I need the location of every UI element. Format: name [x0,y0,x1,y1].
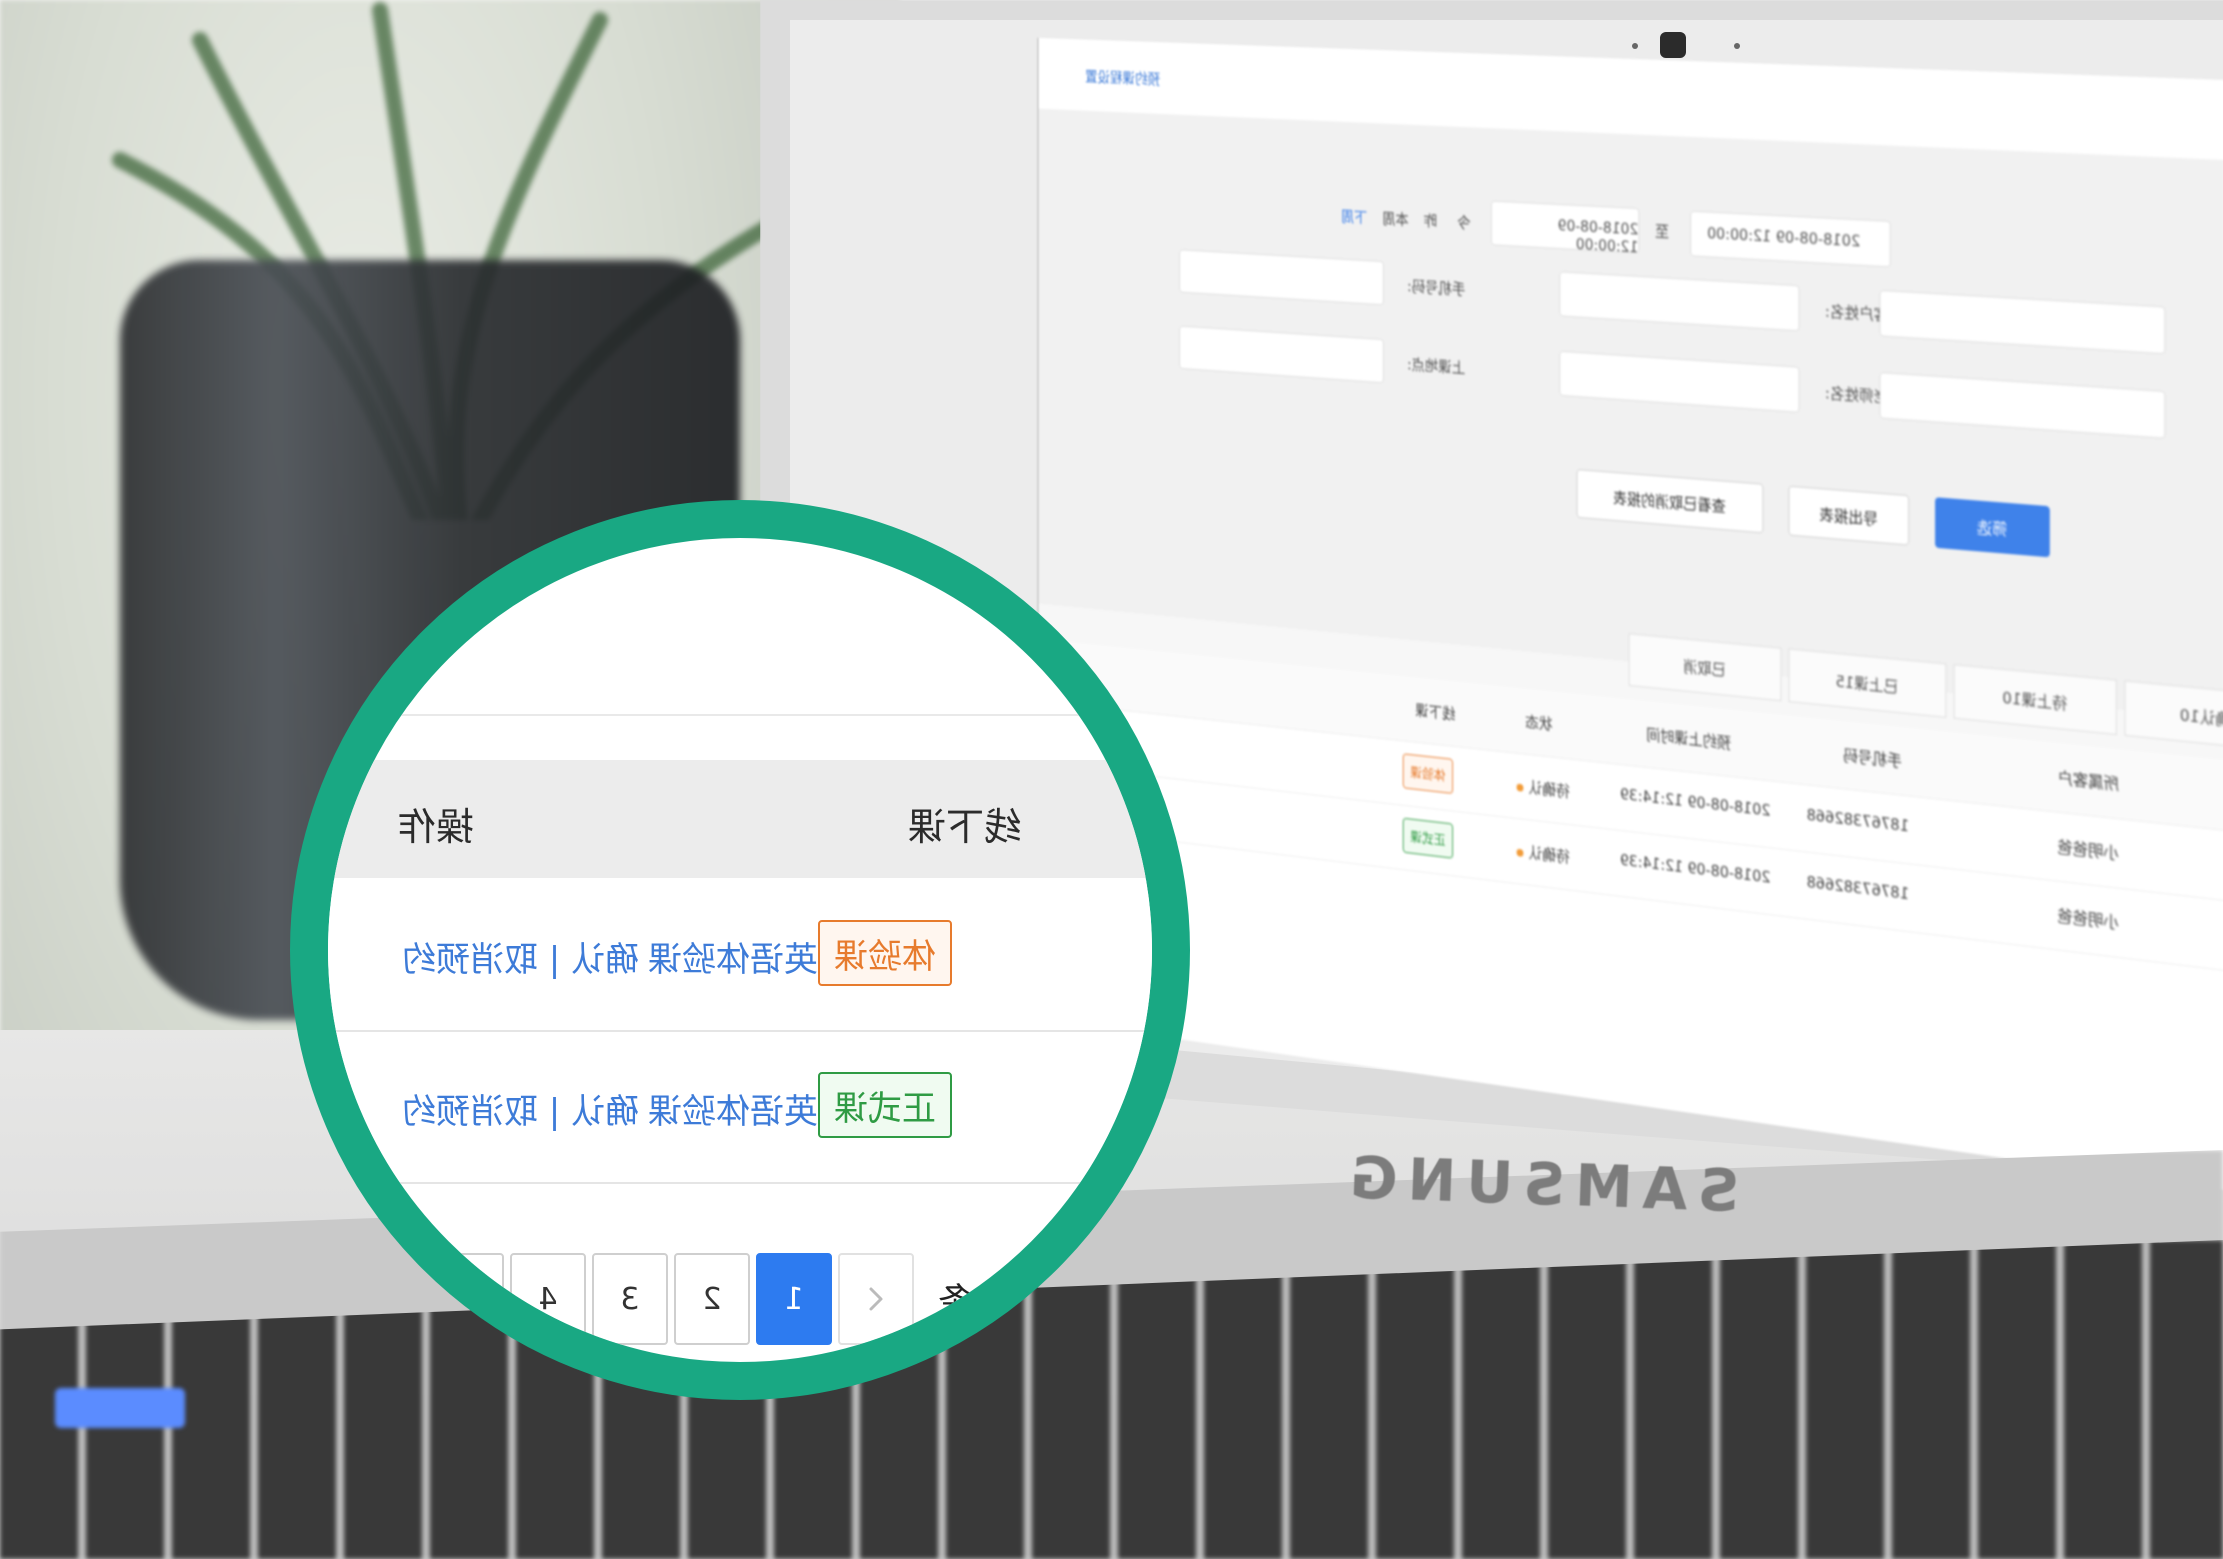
quick-range-1[interactable]: 本周 [1382,206,1409,229]
select-2[interactable] [1879,372,2166,439]
row-status-text: 待确认 [1528,778,1570,801]
row-customer: 小明爸爸 [2057,906,2119,933]
phone-input[interactable] [1179,249,1384,306]
filter-panel: 2018-08-09 12:00:00 至 2018-08-09 12:00:0… [1038,108,2223,720]
page-button-3[interactable]: 3 [592,1253,668,1345]
page-button-5[interactable]: 5 [428,1253,504,1345]
phone-label: 手机号码: [1406,277,1466,299]
row-tag: 正式课 [1402,817,1454,859]
row-status: 待确认 [1516,773,1570,801]
table-row[interactable]: 确认 | 取消预约 三年级英语体验课 体验课 [328,880,1152,1032]
date-from-value: 2018-08-09 12:00:00 [1707,223,1861,251]
th-offline: 线下课 [1415,701,1456,724]
tab-pending-confirm[interactable]: 待确认10 [2124,680,2223,754]
page-button-2[interactable]: 2 [674,1253,750,1345]
magnifier-content: 操作 线下课 确认 | 取消预约 三年级英语体验课 体验课 确认 | 取消预约 … [328,538,1152,1362]
row-tag: 体验课 [1402,753,1454,794]
quick-range-2[interactable]: 昨 [1424,208,1437,231]
row-phone: 18767382668 [1806,805,1910,836]
th-customer: 所属客户 [2057,768,2119,794]
page-button[interactable] [348,1253,424,1345]
view-cancelled-label: 查看已取消的报表 [1613,488,1726,516]
quick-range-0[interactable]: 下周 [1341,204,1367,227]
laptop-brand: SAMSUNG [1338,1143,1741,1225]
stage: 预约课程设置 2018-08-09 12:00:00 至 2018-08-09 … [0,0,2223,1559]
th-phone: 手机号码 [1842,746,1902,771]
th-status: 状态 [1525,712,1553,734]
chevron-left-icon[interactable] [838,1253,914,1345]
row-status: 待确认 [1516,838,1570,867]
keyboard-key-accent [55,1388,185,1428]
date-to-input[interactable]: 2018-08-09 12:00:00 [1491,200,1640,257]
row-time: 2018-08-09 12:14:39 [1620,784,1771,820]
divider [328,714,1152,716]
date-to-value: 2018-08-09 12:00:00 [1557,216,1639,257]
quick-range-3[interactable]: 今 [1457,210,1471,233]
row-tag-trial: 体验课 [818,920,952,986]
table-row[interactable]: 确认 | 取消预约 三年级英语体验课 正式课 [328,1032,1152,1184]
header-offline-class: 线下课 [908,805,1023,849]
customer-name-input[interactable] [1559,271,1800,332]
per-page-label[interactable]: 每页20条 [938,1273,1083,1322]
class-location-input[interactable] [1179,325,1384,384]
header-operations: 操作 [398,805,475,849]
row-actions[interactable]: 确认 | 取消预约 [402,1084,639,1133]
page-button-4[interactable]: 4 [510,1253,586,1345]
row-tag-formal: 正式课 [818,1072,952,1138]
date-separator: 至 [1655,222,1670,241]
date-from-input[interactable]: 2018-08-09 12:00:00 [1690,210,1891,268]
status-dot [1516,848,1524,857]
teacher-name-input[interactable] [1559,350,1800,413]
camera-icon [1660,32,1686,58]
row-actions[interactable]: 确认 | 取消预约 [402,932,639,981]
row-customer: 小明爸爸 [2057,837,2119,863]
select-1[interactable] [1879,289,2166,355]
row-status-text: 待确认 [1528,843,1570,867]
view-cancelled-button[interactable]: 查看已取消的报表 [1576,469,1764,534]
camera-indicator-left [1632,43,1638,49]
row-phone: 18767382668 [1806,872,1910,904]
header-link[interactable]: 预约课程设置 [1085,64,1160,88]
camera-indicator-right [1734,43,1740,49]
export-label: 导出报表 [1819,505,1878,529]
row-time: 2018-08-09 12:14:39 [1620,850,1771,887]
th-time: 预约上课时间 [1646,725,1732,753]
export-button[interactable]: 导出报表 [1788,485,1910,546]
filter-label: 筛选 [1977,518,2008,540]
pagination: 5 4 3 2 1 每页20条 [328,1253,1152,1353]
chevron-left-icon [869,1287,883,1311]
laptop-screen: 预约课程设置 2018-08-09 12:00:00 至 2018-08-09 … [1037,37,2223,1191]
magnifier-circle: 操作 线下课 确认 | 取消预约 三年级英语体验课 体验课 确认 | 取消预约 … [290,500,1190,1400]
class-location-label: 上课地点: [1406,355,1466,378]
status-dot [1516,783,1524,792]
filter-button[interactable]: 筛选 [1935,497,2050,558]
page-button-1[interactable]: 1 [756,1253,832,1345]
